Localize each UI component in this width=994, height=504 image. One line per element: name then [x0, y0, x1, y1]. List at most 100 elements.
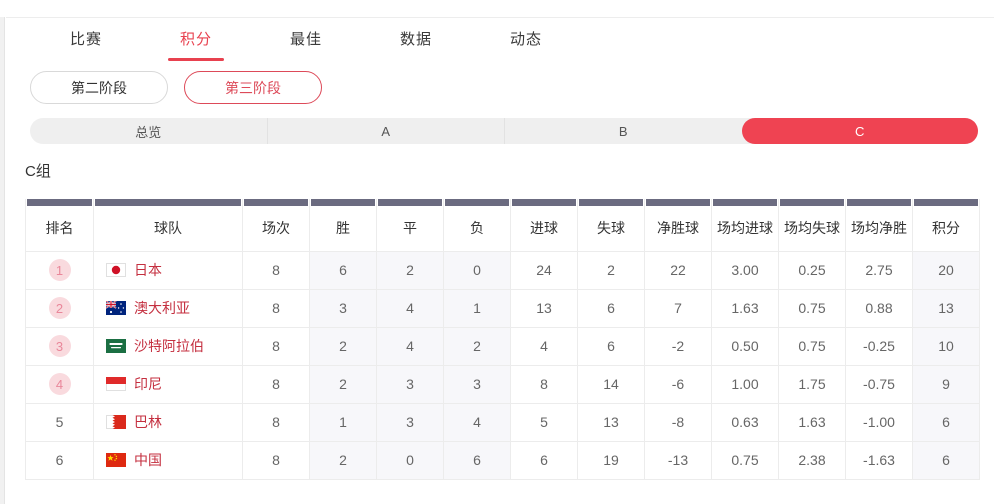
- stat-cell: 6: [913, 403, 980, 441]
- tab-underline: [498, 58, 554, 61]
- stat-cell: 13: [913, 289, 980, 327]
- header-cell-rank: 排名: [26, 199, 94, 251]
- stat-cell: -1.00: [846, 403, 913, 441]
- table-header-row: 排名 球队 场次 胜 平 负 进球 失球 净胜球 场均进球 场均失球 场均净胜 …: [26, 199, 980, 251]
- team-cell[interactable]: 印尼: [94, 365, 243, 403]
- tab-stats[interactable]: 数据: [388, 31, 444, 61]
- segment-overview[interactable]: 总览: [30, 118, 267, 144]
- stat-cell: 3: [377, 403, 444, 441]
- stat-cell: 0.50: [712, 327, 779, 365]
- stat-cell: 2.38: [779, 441, 846, 479]
- stat-cell: 24: [511, 251, 578, 289]
- bahrain-flag-icon: [106, 415, 126, 429]
- stat-cell: -13: [645, 441, 712, 479]
- rank-cell: 1: [26, 251, 94, 289]
- stat-cell: 8: [243, 441, 310, 479]
- header-cell-team: 球队: [94, 199, 243, 251]
- stat-cell: -1.63: [846, 441, 913, 479]
- stat-cell: 8: [243, 327, 310, 365]
- team-name-link[interactable]: 巴林: [134, 412, 162, 432]
- tab-matches[interactable]: 比赛: [58, 31, 114, 61]
- stat-cell: 3: [377, 365, 444, 403]
- china-flag-icon: [106, 453, 126, 467]
- header-cell-losses: 负: [444, 199, 511, 251]
- stat-cell: 4: [377, 327, 444, 365]
- japan-flag-icon: [106, 263, 126, 277]
- rank-cell: 4: [26, 365, 94, 403]
- header-cell-points: 积分: [913, 199, 980, 251]
- header-cell-wins: 胜: [310, 199, 377, 251]
- stage-filter-row: 第二阶段 第三阶段: [30, 71, 994, 104]
- team-cell[interactable]: 沙特阿拉伯: [94, 327, 243, 365]
- stat-cell: 8: [243, 251, 310, 289]
- stat-cell: 10: [913, 327, 980, 365]
- tab-label: 最佳: [290, 31, 322, 49]
- team-cell[interactable]: 日本: [94, 251, 243, 289]
- header-cell-avg-goals-against: 场均失球: [779, 199, 846, 251]
- table-row: 1日本8620242223.000.252.7520: [26, 251, 980, 289]
- rank-cell: 3: [26, 327, 94, 365]
- segment-group-a[interactable]: A: [267, 118, 505, 144]
- table-row: 5巴林8134513-80.631.63-1.006: [26, 403, 980, 441]
- stage-filter-second-stage[interactable]: 第二阶段: [30, 71, 168, 104]
- stat-cell: 3: [444, 365, 511, 403]
- stat-cell: 0.75: [712, 441, 779, 479]
- stat-cell: 6: [913, 441, 980, 479]
- saudi-arabia-flag-icon: [106, 339, 126, 353]
- stat-cell: 0.63: [712, 403, 779, 441]
- stat-cell: 13: [511, 289, 578, 327]
- stat-cell: 2.75: [846, 251, 913, 289]
- team-name-link[interactable]: 日本: [134, 260, 162, 280]
- team-cell[interactable]: 澳大利亚: [94, 289, 243, 327]
- stat-cell: 1.00: [712, 365, 779, 403]
- header-cell-played: 场次: [243, 199, 310, 251]
- rank-badge: 1: [49, 259, 71, 281]
- stat-cell: 7: [645, 289, 712, 327]
- stat-cell: 20: [913, 251, 980, 289]
- stat-cell: 4: [377, 289, 444, 327]
- stat-cell: 0: [377, 441, 444, 479]
- header-cell-avg-goals-for: 场均进球: [712, 199, 779, 251]
- page-left-edge: [0, 17, 5, 504]
- stat-cell: 1: [310, 403, 377, 441]
- segment-group-c[interactable]: C: [742, 118, 979, 144]
- rank-cell: 6: [26, 441, 94, 479]
- table-row: 3沙特阿拉伯824246-20.500.75-0.2510: [26, 327, 980, 365]
- team-name-link[interactable]: 中国: [134, 450, 162, 470]
- stat-cell: 3: [310, 289, 377, 327]
- stat-cell: 4: [511, 327, 578, 365]
- stat-cell: 3.00: [712, 251, 779, 289]
- rank-cell: 2: [26, 289, 94, 327]
- stat-cell: 2: [310, 365, 377, 403]
- team-name-link[interactable]: 印尼: [134, 374, 162, 394]
- stat-cell: 0: [444, 251, 511, 289]
- header-cell-goals-against: 失球: [578, 199, 645, 251]
- team-name-link[interactable]: 沙特阿拉伯: [134, 336, 204, 356]
- australia-flag-icon: [106, 301, 126, 315]
- stat-cell: -8: [645, 403, 712, 441]
- stat-cell: 4: [444, 403, 511, 441]
- team-cell[interactable]: 中国: [94, 441, 243, 479]
- stat-cell: 6: [511, 441, 578, 479]
- stat-cell: 5: [511, 403, 578, 441]
- stat-cell: 8: [243, 403, 310, 441]
- stat-cell: 8: [243, 365, 310, 403]
- stat-cell: 6: [578, 289, 645, 327]
- tab-label: 动态: [510, 31, 542, 49]
- stat-cell: 2: [444, 327, 511, 365]
- stat-cell: 1: [444, 289, 511, 327]
- stat-cell: -2: [645, 327, 712, 365]
- tab-label: 比赛: [70, 31, 102, 49]
- tab-best[interactable]: 最佳: [278, 31, 334, 61]
- stage-filter-third-stage[interactable]: 第三阶段: [184, 71, 322, 104]
- rank-badge: 3: [49, 335, 71, 357]
- stat-cell: 14: [578, 365, 645, 403]
- standings-table: 排名 球队 场次 胜 平 负 进球 失球 净胜球 场均进球 场均失球 场均净胜 …: [25, 199, 980, 480]
- tab-standings[interactable]: 积分: [168, 31, 224, 61]
- rank-cell: 5: [26, 403, 94, 441]
- tab-news[interactable]: 动态: [498, 31, 554, 61]
- segment-group-b[interactable]: B: [504, 118, 742, 144]
- stat-cell: 6: [310, 251, 377, 289]
- team-name-link[interactable]: 澳大利亚: [134, 298, 190, 318]
- team-cell[interactable]: 巴林: [94, 403, 243, 441]
